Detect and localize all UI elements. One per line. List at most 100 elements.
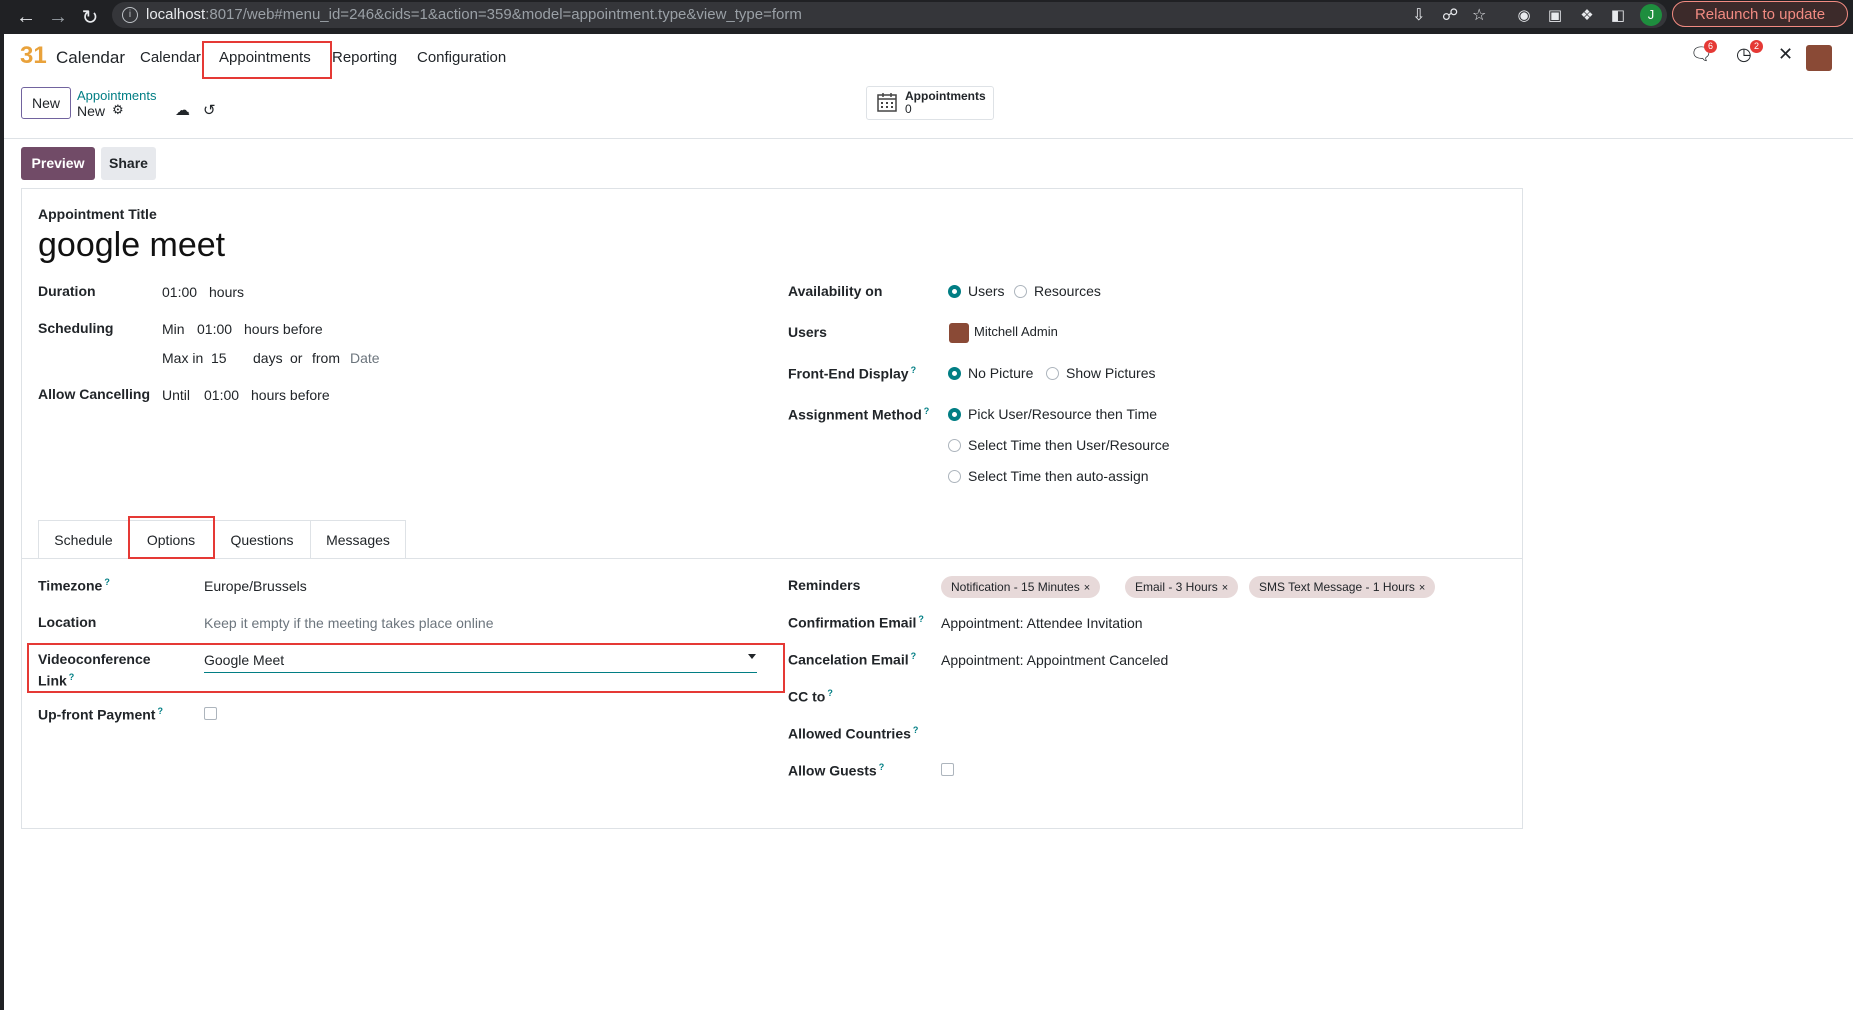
help-tooltip-icon[interactable]: ?	[911, 651, 917, 661]
users-label: Users	[788, 324, 827, 340]
assignment-auto-assign-label[interactable]: Select Time then auto-assign	[968, 468, 1149, 484]
menu-calendar[interactable]: Calendar	[140, 49, 201, 66]
assignment-auto-assign-radio[interactable]	[948, 470, 961, 483]
assignment-pick-user-radio[interactable]	[948, 408, 961, 421]
reminder-tag[interactable]: SMS Text Message - 1 Hours ×	[1249, 576, 1436, 598]
control-panel: New Appointments New ⚙ ☁ ↺ Appointments …	[4, 80, 1853, 139]
side-panel-icon[interactable]: ◧	[1608, 5, 1628, 25]
help-tooltip-icon[interactable]: ?	[827, 688, 833, 698]
breadcrumb-current: New	[77, 103, 106, 119]
help-tooltip-icon[interactable]: ?	[104, 577, 110, 587]
assignment-select-time-user-radio[interactable]	[948, 439, 961, 452]
calendar-app-logo[interactable]: 31	[20, 44, 47, 68]
scheduling-or: or	[290, 350, 303, 366]
no-picture-radio[interactable]	[948, 367, 961, 380]
extension-icon[interactable]: ◉	[1514, 5, 1534, 25]
profile-avatar[interactable]: J	[1640, 4, 1662, 26]
browser-toolbar: ← → ↻ i localhost:8017/web#menu_id=246&c…	[0, 0, 1853, 34]
appointments-stat-button[interactable]: Appointments 0	[866, 86, 994, 120]
debug-tools-icon[interactable]: ✕	[1778, 44, 1793, 65]
scheduling-from-date-input[interactable]: Date	[350, 350, 380, 366]
scheduling-max-input[interactable]: 15	[211, 350, 227, 366]
reload-icon[interactable]: ↻	[76, 0, 104, 34]
user-avatar-small	[949, 323, 969, 343]
discard-undo-icon[interactable]: ↺	[203, 101, 216, 119]
availability-users-label[interactable]: Users	[968, 283, 1005, 299]
terminal-extension-icon[interactable]: ▣	[1545, 5, 1565, 25]
help-tooltip-icon[interactable]: ?	[157, 706, 163, 716]
remove-tag-icon[interactable]: ×	[1084, 582, 1090, 594]
help-tooltip-icon[interactable]: ?	[913, 725, 919, 735]
menu-reporting[interactable]: Reporting	[332, 49, 397, 66]
url-text[interactable]: localhost:8017/web#menu_id=246&cids=1&ac…	[146, 6, 802, 23]
allow-cancelling-prefix: Until	[162, 387, 191, 403]
highlight-menu-appointments	[202, 41, 332, 79]
duration-unit: hours	[209, 284, 245, 300]
install-icon[interactable]: ⇩	[1412, 5, 1425, 25]
puzzle-extensions-icon[interactable]: ❖	[1577, 5, 1597, 25]
bookmark-star-icon[interactable]: ☆	[1472, 5, 1486, 25]
duration-label: Duration	[38, 283, 96, 299]
allow-cancelling-suffix: hours before	[251, 387, 330, 403]
scheduling-min-suffix: hours before	[244, 321, 323, 337]
address-bar[interactable]: i localhost:8017/web#menu_id=246&cids=1&…	[112, 2, 1667, 28]
assignment-method-label: Assignment Method?	[788, 406, 930, 423]
appointment-title-input[interactable]: google meet	[38, 226, 225, 265]
activities-badge: 2	[1750, 40, 1764, 53]
location-label: Location	[38, 614, 97, 630]
reminder-tag[interactable]: Email - 3 Hours ×	[1125, 576, 1239, 598]
allow-cancelling-input[interactable]: 01:00	[204, 387, 239, 403]
menu-configuration[interactable]: Configuration	[417, 49, 506, 66]
availability-resources-label[interactable]: Resources	[1034, 283, 1101, 299]
stat-label: Appointments	[905, 89, 986, 103]
breadcrumb-appointments[interactable]: Appointments	[77, 88, 157, 103]
site-info-icon[interactable]: i	[122, 7, 138, 23]
scheduling-min-input[interactable]: 01:00	[197, 321, 232, 337]
cancelation-email-select[interactable]: Appointment: Appointment Canceled	[941, 652, 1168, 668]
duration-input[interactable]: 01:00	[162, 284, 197, 300]
highlight-videoconference	[27, 643, 785, 693]
availability-users-radio[interactable]	[948, 285, 961, 298]
show-pictures-label[interactable]: Show Pictures	[1066, 365, 1155, 381]
assignment-pick-user-label[interactable]: Pick User/Resource then Time	[968, 406, 1157, 422]
gear-icon[interactable]: ⚙	[112, 102, 124, 118]
reminders-label: Reminders	[788, 577, 861, 593]
remove-tag-icon[interactable]: ×	[1419, 582, 1425, 594]
window-edge	[0, 34, 4, 1010]
scheduling-max-unit: days	[253, 350, 283, 366]
remove-tag-icon[interactable]: ×	[1222, 582, 1228, 594]
help-tooltip-icon[interactable]: ?	[879, 762, 885, 772]
back-arrow-icon[interactable]: ←	[12, 0, 40, 34]
cc-to-label: CC to?	[788, 688, 833, 705]
help-tooltip-icon[interactable]: ?	[918, 614, 924, 624]
share-button[interactable]: Share	[101, 147, 156, 180]
allow-guests-checkbox[interactable]	[941, 763, 954, 776]
show-pictures-radio[interactable]	[1046, 367, 1059, 380]
app-name[interactable]: Calendar	[56, 48, 125, 68]
location-input[interactable]: Keep it empty if the meeting takes place…	[204, 615, 494, 631]
tab-messages[interactable]: Messages	[310, 520, 406, 558]
relaunch-button[interactable]: Relaunch to update	[1672, 1, 1848, 27]
user-avatar[interactable]	[1806, 45, 1832, 71]
assignment-select-time-user-label[interactable]: Select Time then User/Resource	[968, 437, 1170, 453]
tab-questions[interactable]: Questions	[213, 520, 311, 558]
reminder-tag[interactable]: Notification - 15 Minutes ×	[941, 576, 1101, 598]
upfront-payment-checkbox[interactable]	[204, 707, 217, 720]
users-tag-mitchell-admin[interactable]: Mitchell Admin	[974, 324, 1058, 339]
help-tooltip-icon[interactable]: ?	[924, 406, 930, 416]
forward-arrow-icon[interactable]: →	[44, 0, 72, 34]
scheduling-max-prefix: Max in	[162, 350, 204, 366]
form-sheet	[21, 188, 1523, 829]
tab-schedule[interactable]: Schedule	[38, 520, 129, 558]
no-picture-label[interactable]: No Picture	[968, 365, 1033, 381]
availability-resources-radio[interactable]	[1014, 285, 1027, 298]
confirmation-email-select[interactable]: Appointment: Attendee Invitation	[941, 615, 1143, 631]
help-tooltip-icon[interactable]: ?	[911, 365, 917, 375]
share-icon[interactable]: ☍	[1442, 5, 1458, 25]
timezone-select[interactable]: Europe/Brussels	[204, 578, 307, 594]
new-button[interactable]: New	[21, 87, 71, 119]
stat-value: 0	[905, 102, 912, 116]
preview-button[interactable]: Preview	[21, 147, 95, 180]
save-cloud-icon[interactable]: ☁	[175, 101, 190, 119]
calendar-grid-icon	[877, 93, 897, 112]
